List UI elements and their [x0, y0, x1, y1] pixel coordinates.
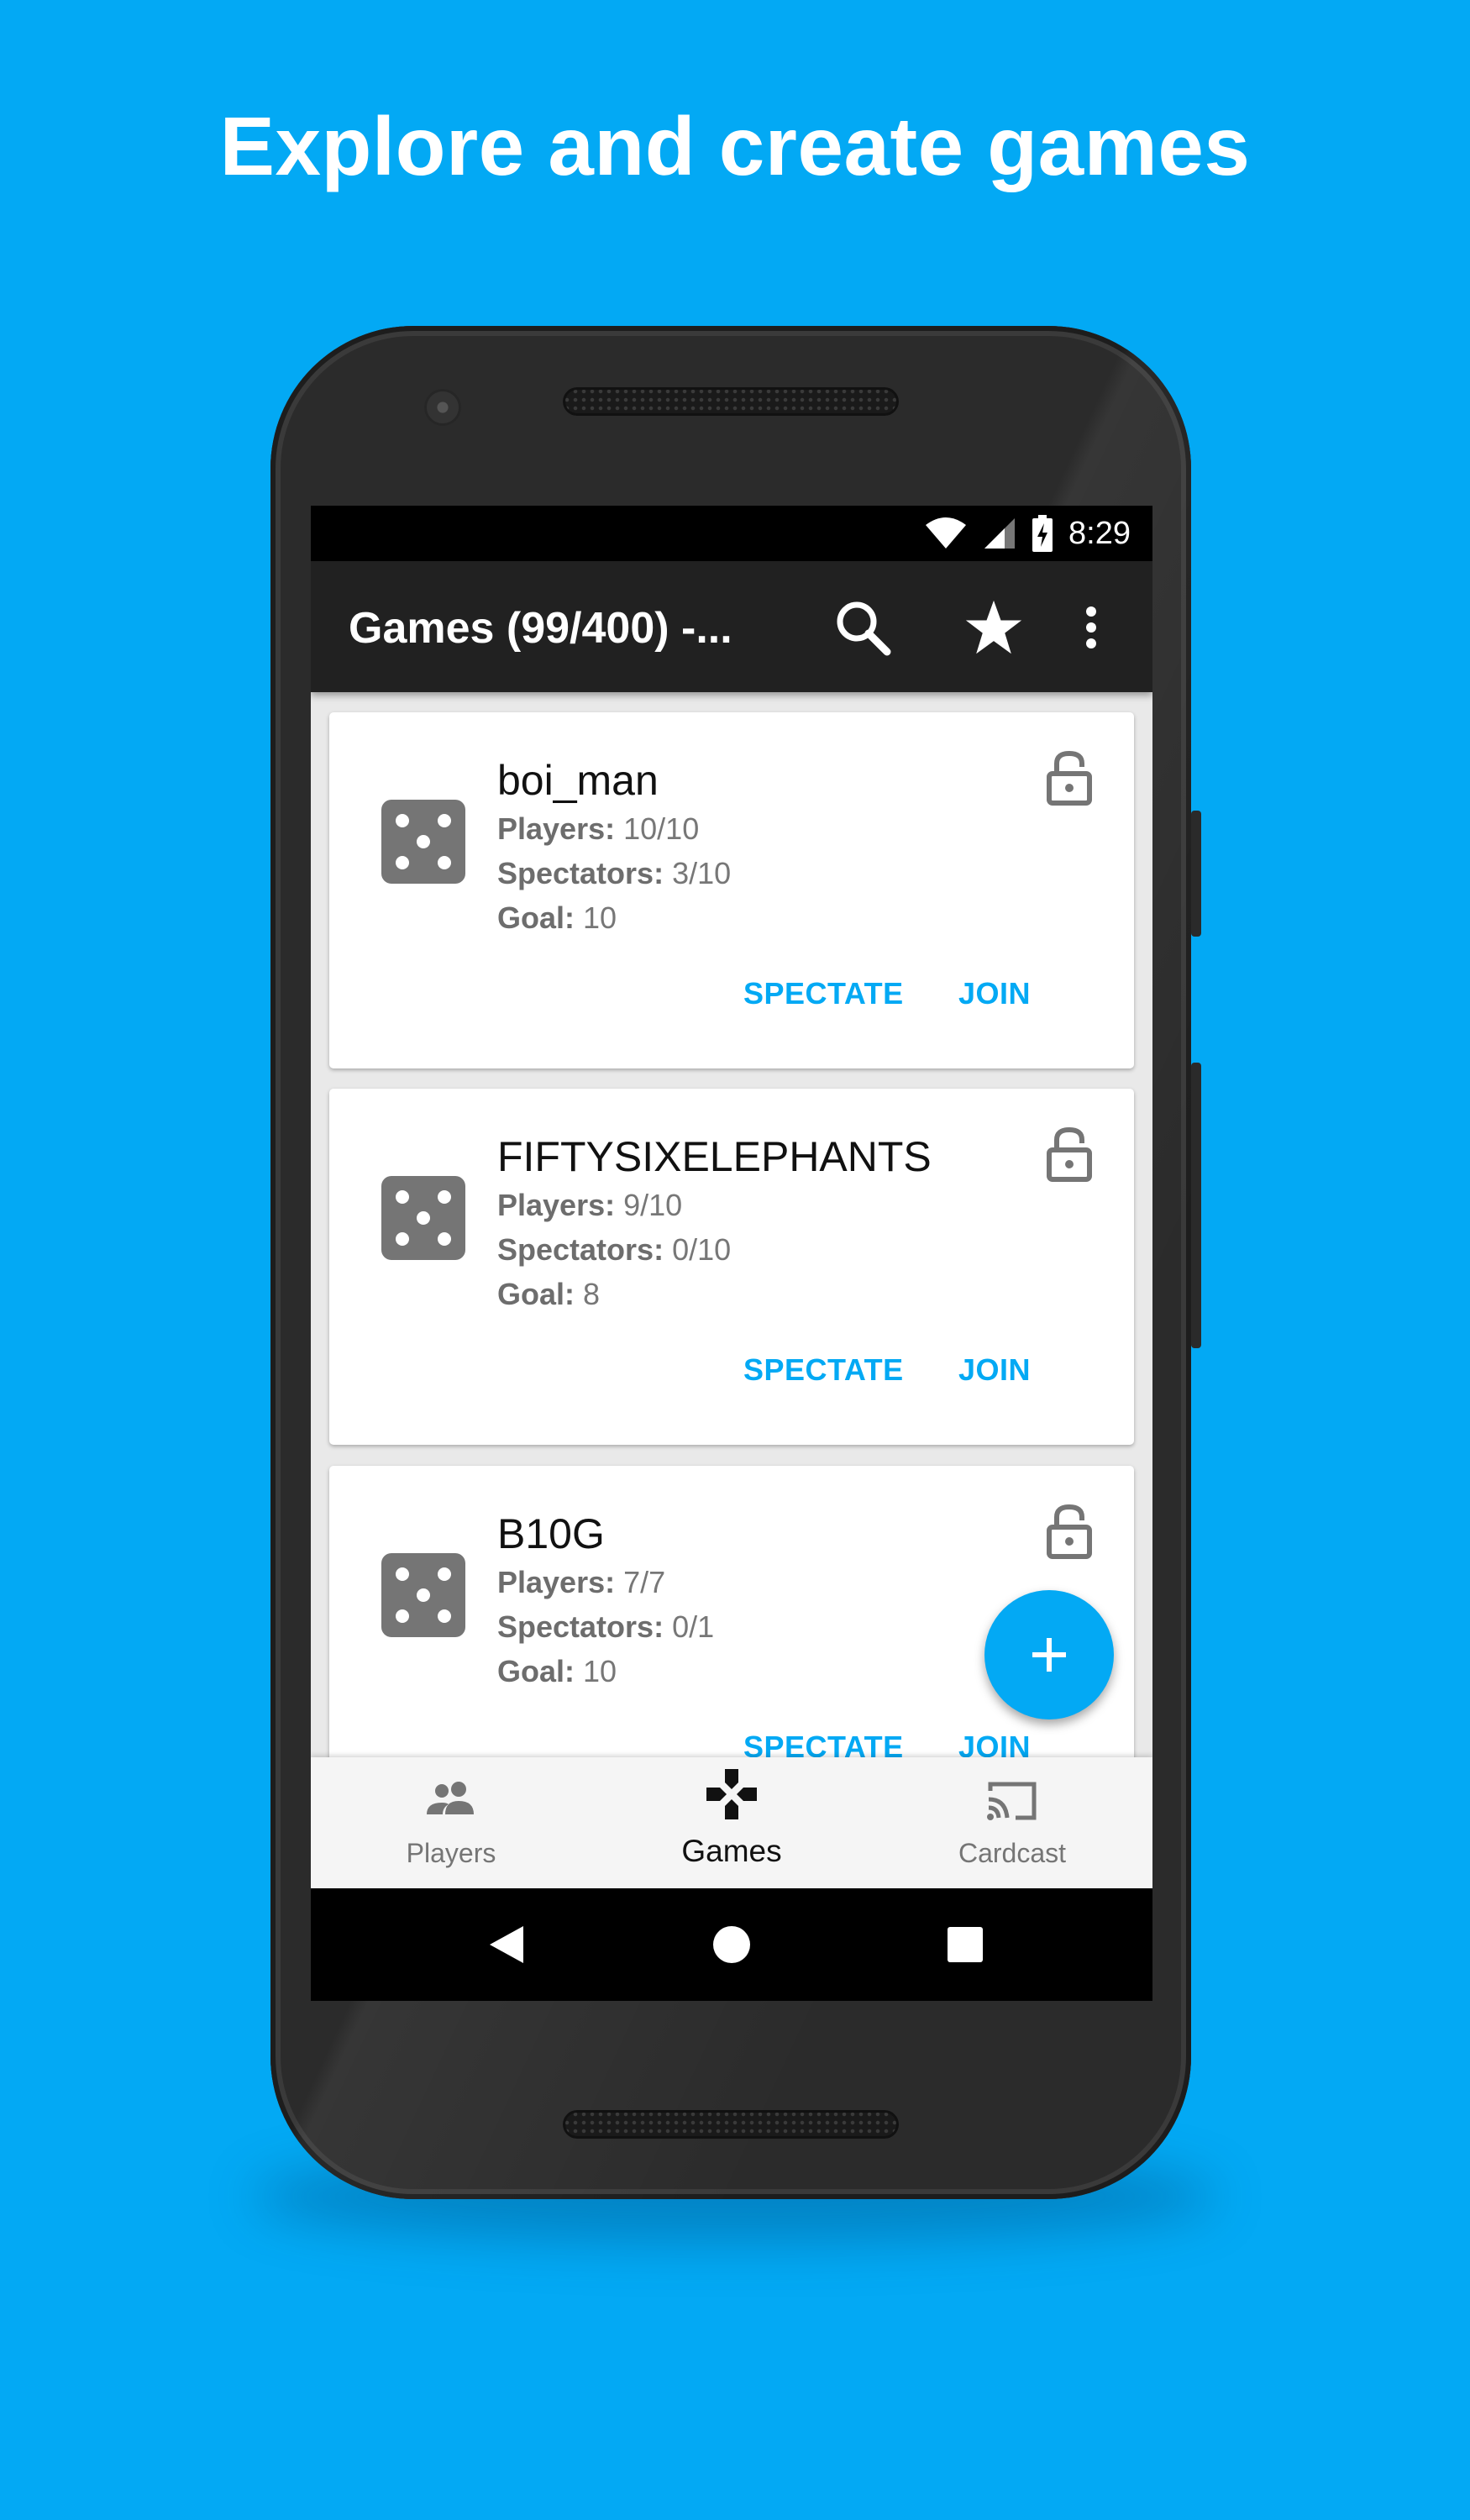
players-count: Players: 7/7 [497, 1565, 666, 1599]
system-navigation-bar [311, 1888, 1152, 2001]
dice-icon [381, 1553, 465, 1637]
more-vert-icon[interactable] [1072, 598, 1110, 657]
wifi-icon [926, 517, 967, 549]
nav-item-games[interactable]: Games [591, 1757, 872, 1888]
app-bar: Games (99/400) -... [311, 561, 1152, 692]
nav-label-games: Games [681, 1834, 782, 1868]
recents-icon[interactable] [944, 1924, 986, 1966]
power-button [1191, 811, 1201, 937]
back-icon[interactable] [486, 1924, 528, 1966]
game-card[interactable]: FIFTYSIXELEPHANTS Players: 9/10 Spectato… [329, 1089, 1134, 1445]
players-count: Players: 9/10 [497, 1188, 683, 1222]
headline: Explore and create games [219, 100, 1251, 192]
plus-icon [1032, 1638, 1066, 1672]
game-name: FIFTYSIXELEPHANTS [497, 1133, 932, 1180]
star-icon[interactable] [964, 598, 1023, 657]
game-name: boi_man [497, 757, 659, 804]
spectate-button[interactable]: SPECTATE [743, 1352, 904, 1388]
goal-value: Goal: 10 [497, 900, 617, 935]
spectators-count: Spectators: 0/1 [497, 1609, 715, 1644]
status-bar: 8:29 [311, 506, 1152, 561]
bottom-speaker [563, 2110, 899, 2139]
top-speaker [563, 387, 899, 416]
nav-item-cardcast[interactable]: Cardcast [872, 1757, 1152, 1888]
join-button[interactable]: JOIN [958, 1352, 1031, 1388]
cell-signal-icon [984, 518, 1016, 549]
battery-charging-icon [1032, 515, 1053, 552]
phone-screen: 8:29 Games (99/400) -... boi_man Players… [311, 506, 1152, 2001]
spectators-count: Spectators: 0/10 [497, 1232, 732, 1267]
app-title: Games (99/400) -... [349, 604, 732, 653]
nav-label-players: Players [406, 1838, 496, 1868]
dice-icon [381, 1176, 465, 1260]
goal-value: Goal: 8 [497, 1277, 601, 1311]
search-icon[interactable] [833, 598, 892, 657]
nav-label-cardcast: Cardcast [958, 1838, 1067, 1868]
create-game-fab[interactable] [984, 1590, 1114, 1719]
goal-value: Goal: 10 [497, 1654, 617, 1688]
front-camera [424, 389, 461, 426]
lock-open-icon [1047, 1126, 1092, 1182]
spectators-count: Spectators: 3/10 [497, 856, 732, 890]
status-time: 8:29 [1068, 515, 1131, 551]
game-card[interactable]: boi_man Players: 10/10 Spectators: 3/10 … [329, 712, 1134, 1068]
nav-item-players[interactable]: Players [311, 1757, 591, 1888]
lock-open-icon [1047, 1504, 1092, 1559]
game-name: B10G [497, 1510, 605, 1557]
bottom-navigation: Players Games Cardcast [311, 1757, 1152, 1888]
lock-open-icon [1047, 750, 1092, 806]
home-icon[interactable] [711, 1924, 753, 1966]
cast-icon [987, 1782, 1037, 1820]
volume-button [1191, 1063, 1201, 1348]
gamepad-icon [706, 1769, 757, 1819]
people-icon [427, 1782, 474, 1814]
join-button[interactable]: JOIN [958, 976, 1031, 1011]
spectate-button[interactable]: SPECTATE [743, 976, 904, 1011]
players-count: Players: 10/10 [497, 811, 700, 846]
dice-icon [381, 800, 465, 884]
